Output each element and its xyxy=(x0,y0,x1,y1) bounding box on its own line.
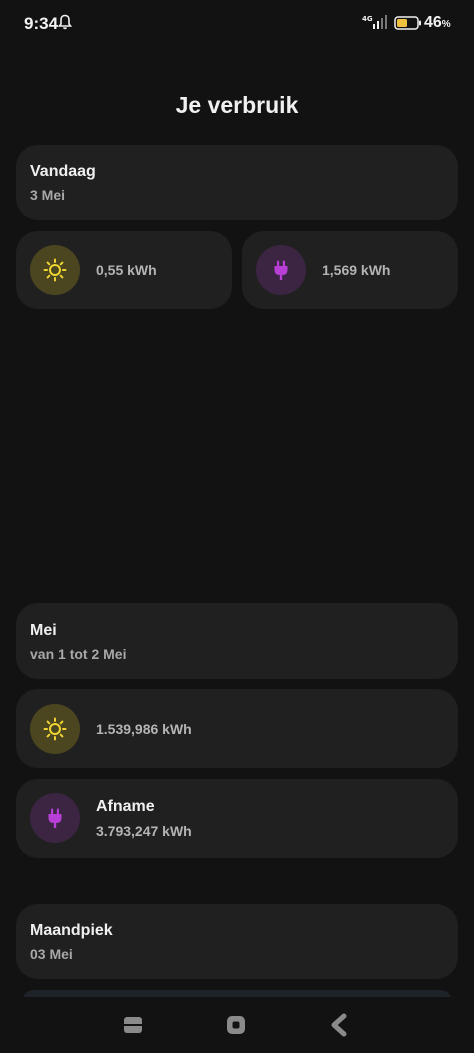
peak-title: Maandpiek xyxy=(30,922,113,939)
month-solar-value: 1.539,986 kWh xyxy=(96,721,192,737)
today-card[interactable]: Vandaag 3 Mei xyxy=(16,145,458,220)
month-grid-value: 3.793,247 kWh xyxy=(96,823,192,839)
month-grid-card[interactable]: Afname 3.793,247 kWh xyxy=(16,779,458,858)
month-range: van 1 tot 2 Mei xyxy=(30,646,127,662)
month-grid-label: Afname xyxy=(96,798,155,815)
home-icon[interactable] xyxy=(224,1013,248,1037)
status-bar: 9:34 4G 46% xyxy=(0,0,474,46)
month-card[interactable]: Mei van 1 tot 2 Mei xyxy=(16,603,458,679)
page-title: Je verbruik xyxy=(175,92,299,118)
plug-icon xyxy=(274,260,288,280)
month-title: Mei xyxy=(30,622,57,639)
month-solar-icon-wrap xyxy=(30,704,80,754)
today-grid-value: 1,569 kWh xyxy=(322,262,391,278)
battery-percentage: 46% xyxy=(424,14,451,31)
recent-apps-icon[interactable] xyxy=(121,1013,145,1037)
back-icon[interactable] xyxy=(328,1013,352,1037)
sun-icon xyxy=(43,717,67,741)
today-grid-icon-wrap xyxy=(256,245,306,295)
notification-bell-icon xyxy=(58,14,72,30)
today-date: 3 Mei xyxy=(30,187,66,203)
signal-icon: 4G xyxy=(362,15,387,29)
plug-icon xyxy=(48,808,62,828)
peak-card[interactable]: Maandpiek 03 Mei xyxy=(16,904,458,979)
status-time: 9:34 xyxy=(24,14,59,33)
month-solar-card[interactable]: 1.539,986 kWh xyxy=(16,689,458,768)
battery-icon xyxy=(394,16,421,30)
today-solar-icon-wrap xyxy=(30,245,80,295)
network-type: 4G xyxy=(362,15,373,23)
today-title: Vandaag xyxy=(30,163,96,180)
month-grid-icon-wrap xyxy=(30,793,80,843)
today-solar-card[interactable]: 0,55 kWh xyxy=(16,231,232,309)
navigation-bar xyxy=(0,997,474,1053)
sun-icon xyxy=(43,258,67,282)
peak-date: 03 Mei xyxy=(30,946,73,962)
today-grid-card[interactable]: 1,569 kWh xyxy=(242,231,458,309)
today-solar-value: 0,55 kWh xyxy=(96,262,157,278)
